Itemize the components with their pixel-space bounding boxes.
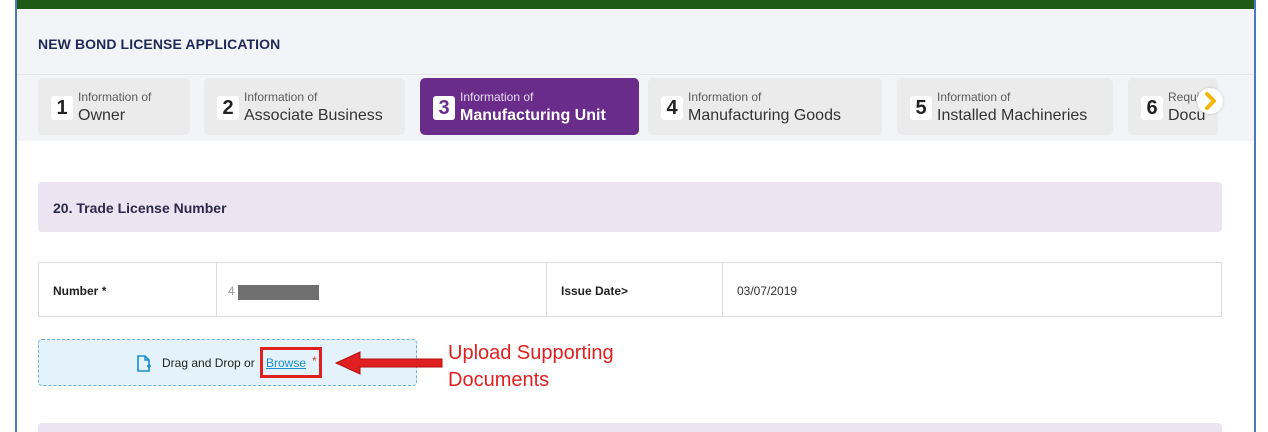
step-installed-machineries[interactable]: 5 Information of Installed Machineries bbox=[897, 78, 1113, 135]
step-caption: Information of bbox=[460, 90, 534, 104]
step-label: Owner bbox=[78, 107, 126, 124]
step-manufacturing-unit[interactable]: 3 Information of Manufacturing Unit bbox=[420, 78, 639, 135]
step-caption: Information of bbox=[688, 90, 762, 104]
step-number: 4 bbox=[661, 96, 683, 120]
issue-date-value: 03/07/2019 bbox=[737, 284, 798, 298]
page-header: NEW BOND LICENSE APPLICATION bbox=[17, 9, 1254, 75]
arrow-left-icon bbox=[334, 351, 443, 375]
step-associate-business[interactable]: 2 Information of Associate Business bbox=[204, 78, 405, 135]
issue-date-value-cell: 03/07/2019 bbox=[723, 263, 1221, 316]
section-title: 20. Trade License Number bbox=[53, 200, 227, 216]
file-upload-icon bbox=[136, 355, 152, 372]
step-label: Manufacturing Goods bbox=[688, 107, 841, 124]
number-value-cell: 4 bbox=[217, 263, 547, 316]
step-number: 5 bbox=[910, 96, 932, 120]
chevron-right-icon[interactable] bbox=[1197, 88, 1223, 114]
issue-date-label: Issue Date> bbox=[561, 284, 629, 298]
dropzone-text: Drag and Drop or bbox=[162, 356, 255, 370]
step-label: Installed Machineries bbox=[937, 107, 1088, 124]
redaction-block bbox=[238, 285, 319, 300]
step-number: 6 bbox=[1141, 96, 1163, 120]
issue-date-label-cell: Issue Date> bbox=[547, 263, 723, 316]
step-number: 1 bbox=[51, 96, 73, 120]
step-number: 3 bbox=[433, 96, 455, 120]
number-label-cell: Number * bbox=[39, 263, 217, 316]
page-title: NEW BOND LICENSE APPLICATION bbox=[38, 36, 281, 52]
step-caption: Information of bbox=[244, 90, 318, 104]
step-owner[interactable]: 1 Information of Owner bbox=[38, 78, 190, 135]
trade-license-table: Number * 4 Issue Date> 03/07/2019 bbox=[38, 262, 1222, 317]
step-label: Manufacturing Unit bbox=[460, 107, 606, 124]
number-value: 4 bbox=[228, 284, 235, 298]
step-caption: Information of bbox=[78, 90, 152, 104]
step-manufacturing-goods[interactable]: 4 Information of Manufacturing Goods bbox=[648, 78, 882, 135]
section-header: 20. Trade License Number bbox=[38, 182, 1222, 232]
browse-link[interactable]: Browse bbox=[266, 356, 306, 370]
top-bar bbox=[17, 0, 1254, 9]
annotation-line-2: Documents bbox=[448, 369, 550, 391]
number-label: Number * bbox=[53, 284, 107, 298]
step-caption: Information of bbox=[937, 90, 1011, 104]
step-navigation: 1 Information of Owner 2 Information of … bbox=[17, 75, 1254, 141]
app-frame: NEW BOND LICENSE APPLICATION 1 Informati… bbox=[15, 0, 1256, 432]
step-number: 2 bbox=[217, 96, 239, 120]
annotation-text: Upload Supporting Documents bbox=[448, 340, 708, 394]
step-label: Associate Business bbox=[244, 107, 383, 124]
annotation-line-1: Upload Supporting bbox=[448, 342, 614, 364]
required-mark: * bbox=[312, 354, 317, 368]
next-section-header bbox=[38, 423, 1222, 432]
